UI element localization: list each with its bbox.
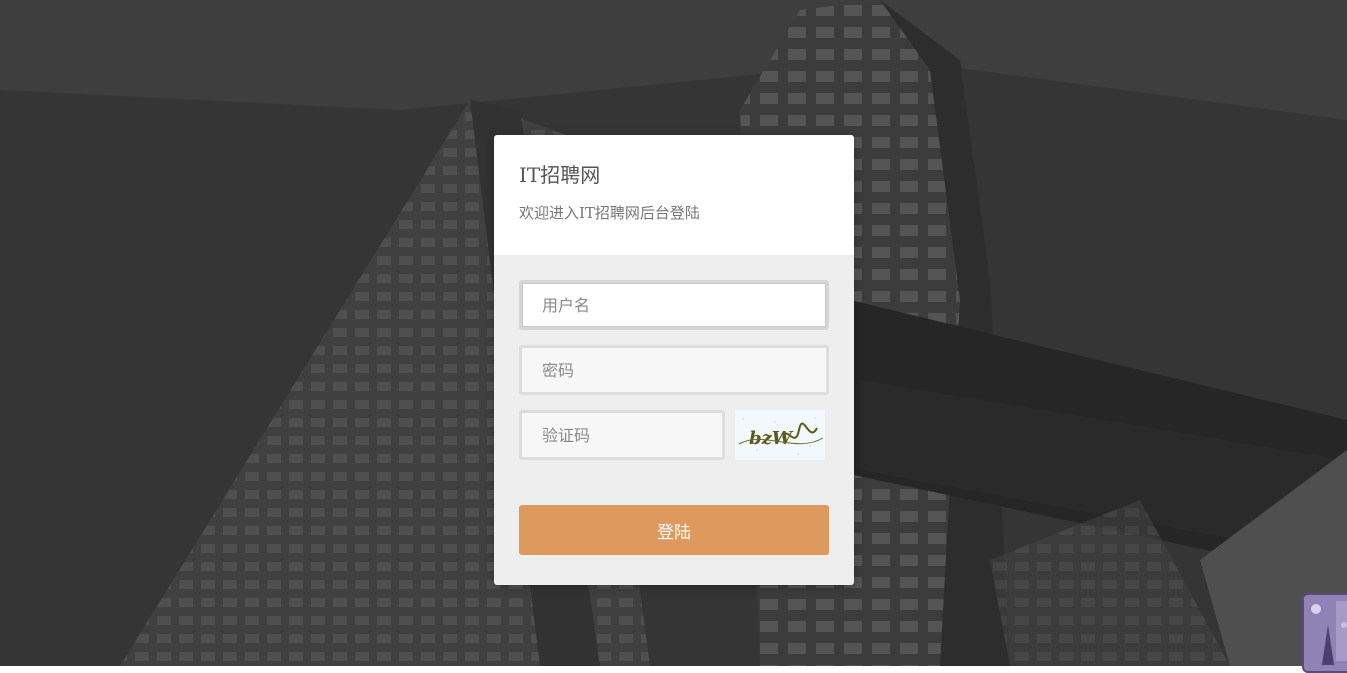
login-header: IT招聘网 欢迎进入IT招聘网后台登陆 [494,135,854,255]
captcha-input[interactable] [519,410,725,460]
widget-picture [1304,595,1347,671]
site-title: IT招聘网 [519,163,601,187]
captcha-image[interactable]: bzW [735,410,825,460]
login-panel: IT招聘网 欢迎进入IT招聘网后台登陆 bzW [494,135,854,585]
password-input[interactable] [519,345,829,395]
captcha-text: bzW [749,428,794,449]
welcome-subtitle: 欢迎进入IT招聘网后台登陆 [519,204,700,222]
username-input[interactable] [519,280,829,330]
captcha-glyphs: bzW [735,410,825,460]
login-button[interactable]: 登陆 [519,505,829,555]
decorative-widget-icon[interactable] [1302,593,1347,673]
captcha-row: bzW [519,410,829,460]
login-form: bzW 登陆 [494,255,854,585]
